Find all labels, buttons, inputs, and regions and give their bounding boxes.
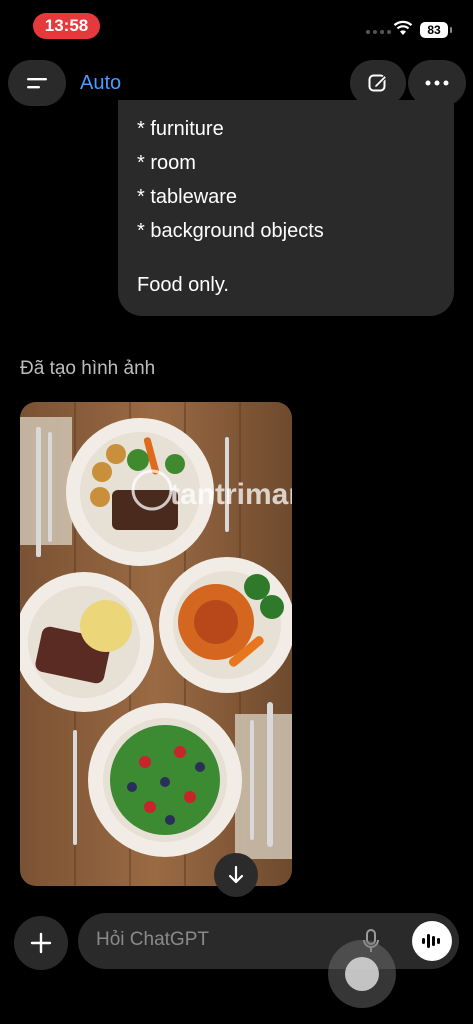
food-image-illustration: tantrimang [20,402,292,886]
message-line: * room [137,152,196,174]
time-display: 13:58 [33,13,100,39]
arrow-down-icon [228,865,244,884]
message-final-line: Food only. [137,274,229,296]
message-line: * tableware [137,186,238,208]
message-text: * furniture * room * tableware * backgro… [137,112,324,248]
watermark-text: tantrimang [170,478,292,511]
menu-icon [27,78,47,89]
message-line: * furniture [137,118,224,140]
battery-icon: 83 [420,22,452,38]
image-created-label: Đã tạo hình ảnh [20,358,156,379]
voice-mode-button[interactable] [412,921,452,961]
edit-icon [368,74,388,92]
wifi-icon [393,20,413,35]
signal-icon [366,30,391,34]
menu-button[interactable] [8,60,66,106]
assistive-touch-button[interactable] [328,940,396,1008]
plus-icon [30,932,52,954]
waveform-icon [422,934,440,948]
more-icon [425,80,449,86]
message-input[interactable]: Hỏi ChatGPT [96,929,209,951]
model-selector[interactable]: Auto [80,72,121,95]
message-line: * background objects [137,220,324,242]
add-attachment-button[interactable] [14,916,68,970]
user-message-bubble: * furniture * room * tableware * backgro… [118,100,454,316]
generated-image[interactable]: tantrimang [20,402,292,886]
status-bar: 13:58 83 [0,0,473,50]
scroll-down-button[interactable] [214,853,258,897]
composer[interactable]: Hỏi ChatGPT [78,913,459,969]
